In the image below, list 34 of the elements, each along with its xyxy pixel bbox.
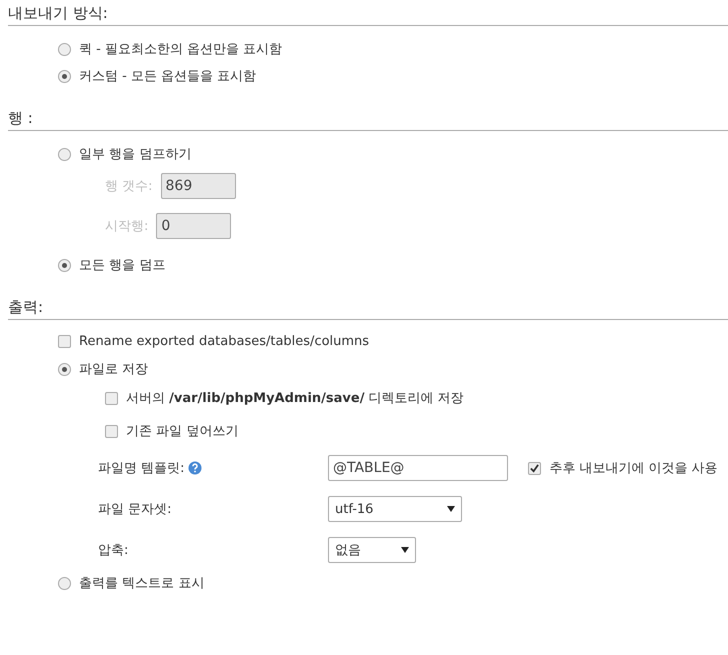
checkbox[interactable] <box>58 335 71 348</box>
option-label: 커스텀 - 모든 옵션들을 표시함 <box>79 68 256 85</box>
radio-button[interactable] <box>58 42 71 56</box>
field-label: 시작행: <box>105 218 148 235</box>
field-label: 압축: <box>98 542 130 559</box>
section-heading: 출력: <box>8 298 728 320</box>
option-label: 출력를 텍스트로 표시 <box>79 575 204 592</box>
dropdown[interactable]: utf-16 <box>328 496 462 522</box>
option-label: 서버의 /var/lib/phpMyAdmin/save/ 디렉토리에 저장 <box>126 390 464 407</box>
radio-button[interactable] <box>58 258 71 272</box>
option-label: 기존 파일 덮어쓰기 <box>126 423 238 440</box>
option-label: 퀵 - 필요최소한의 옵션만을 표시함 <box>79 41 282 58</box>
checkbox[interactable] <box>105 392 118 404</box>
radio-button[interactable] <box>58 362 71 376</box>
option-label: 일부 행을 덤프하기 <box>79 146 192 163</box>
help-icon[interactable] <box>188 461 202 475</box>
dropdown[interactable]: 없음 <box>328 537 416 563</box>
radio-button[interactable] <box>58 148 71 160</box>
radio-button[interactable] <box>58 70 71 82</box>
caret-icon <box>401 547 409 553</box>
section-heading: 행 : <box>8 109 728 131</box>
option-label: 모든 행을 덤프 <box>79 257 166 274</box>
field-label: 파일명 템플릿: <box>98 460 185 477</box>
option-label: Rename exported databases/tables/columns <box>79 334 370 349</box>
option-label: 추후 내보내기에 이것을 사용 <box>549 460 718 477</box>
caret-icon <box>447 506 455 512</box>
field-label: 파일 문자셋: <box>98 501 173 518</box>
text-field[interactable]: @TABLE@ <box>328 455 508 481</box>
option-label: 파일로 저장 <box>79 361 148 378</box>
checkbox[interactable] <box>528 462 542 474</box>
checkbox[interactable] <box>105 424 118 438</box>
radio-button[interactable] <box>58 576 71 590</box>
field-label: 행 갯수: <box>105 178 153 195</box>
section-heading: 내보내기 방식: <box>8 4 728 26</box>
